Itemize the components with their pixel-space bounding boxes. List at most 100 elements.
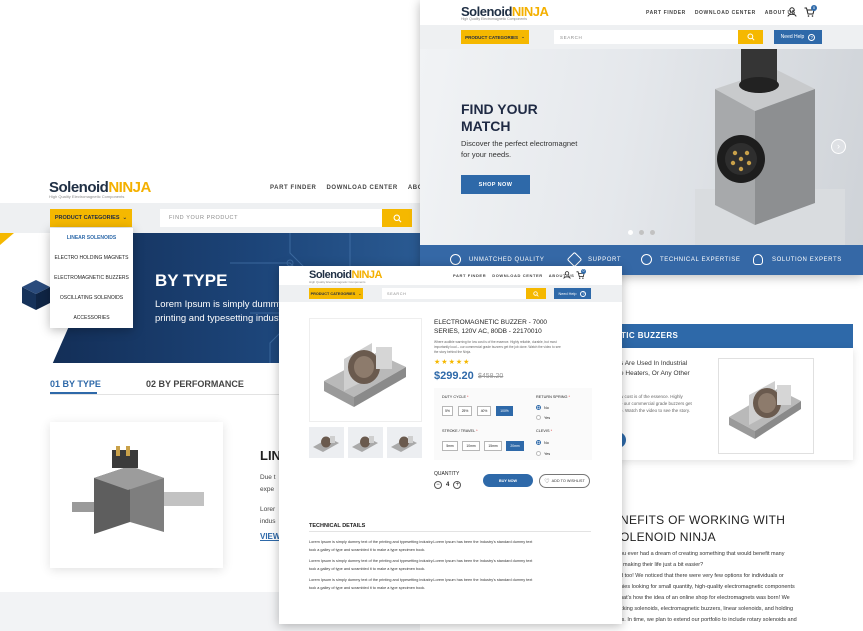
- buzzer-product-image: [729, 381, 801, 439]
- quantity-value[interactable]: 4: [446, 482, 449, 488]
- nav-part-finder[interactable]: PART FINDER: [646, 10, 686, 16]
- feature-solution: SOLUTION EXPERTS: [772, 257, 842, 263]
- search-input[interactable]: SEARCH: [382, 288, 526, 299]
- quantity-stepper: − 4 +: [434, 481, 462, 489]
- stroke-option-20mm[interactable]: 20mm: [506, 441, 524, 451]
- clevis-label: CLEVIS *: [536, 429, 553, 433]
- stroke-option-15mm[interactable]: 15mm: [484, 441, 502, 451]
- search-button[interactable]: [738, 30, 763, 44]
- product-price: $299.20: [434, 370, 474, 382]
- shop-now-button[interactable]: SHOP NOW: [461, 175, 530, 194]
- tech-paragraph-2-line-2: took a galley of type and scrambled it t…: [309, 567, 426, 571]
- benefits-body-line-2: , making their life just a bit easier?: [620, 562, 704, 568]
- stroke-label: STROKE / TRAVEL *: [442, 429, 478, 433]
- product-categories-button[interactable]: PRODUCT CATEGORIES ⌄: [461, 30, 529, 44]
- dropdown-item-accessories[interactable]: ACCESSORIES: [50, 308, 133, 328]
- feature-expertise: TECHNICAL EXPERTISE: [660, 257, 741, 263]
- product-categories-button[interactable]: PRODUCT CATEGORIES ⌄: [309, 288, 363, 299]
- benefits-title-line-1: NEFITS OF WORKING WITH: [620, 513, 786, 527]
- dropdown-item-electromagnetic-buzzers[interactable]: ELECTROMAGNETIC BUZZERS: [50, 268, 133, 288]
- product-categories-button[interactable]: PRODUCT CATEGORIES ⌄: [50, 209, 132, 227]
- thumbnail-3[interactable]: [387, 427, 422, 458]
- tab-by-performance[interactable]: 02 BY PERFORMANCE: [146, 379, 244, 389]
- tech-paragraph-1-line-2: took a galley of type and scrambled it t…: [309, 548, 426, 552]
- nav-download-center[interactable]: DOWNLOAD CENTER: [695, 10, 756, 16]
- dropdown-item-oscillating-solenoids[interactable]: OSCILLATING SOLENOIDS: [50, 288, 133, 308]
- product-title-line-1: ELECTROMAGNETIC BUZZER - 7000: [434, 319, 548, 326]
- buy-now-button[interactable]: BUY NOW: [483, 474, 533, 487]
- tab-by-type[interactable]: 01 BY TYPE: [50, 379, 101, 389]
- nav-part-finder[interactable]: PART FINDER: [270, 185, 317, 191]
- buzzer-product-image: [324, 343, 406, 407]
- tech-details-divider: [309, 531, 591, 532]
- heart-icon: ♡: [544, 478, 550, 485]
- carousel-dot-1[interactable]: [628, 230, 633, 235]
- need-help-button[interactable]: Need Help ?: [774, 30, 822, 44]
- search-icon: [393, 214, 401, 222]
- quantity-decrease-button[interactable]: −: [434, 481, 442, 489]
- need-help-button[interactable]: Need Help ?: [554, 288, 591, 299]
- thumbnail-image: [391, 436, 417, 452]
- stroke-option-10mm[interactable]: 10mm: [462, 441, 480, 451]
- return-spring-yes[interactable]: Yes: [536, 415, 550, 420]
- thumbnail-image: [313, 436, 339, 452]
- banner-line-2: printing and typesetting indust: [155, 313, 282, 324]
- user-icon[interactable]: [563, 271, 571, 279]
- duty-option-25[interactable]: 25%: [458, 406, 472, 416]
- product-old-price: $458.20: [478, 373, 504, 380]
- return-spring-no[interactable]: No: [536, 405, 549, 410]
- logo[interactable]: SolenoidNINJA High Quality Electromagnet…: [49, 180, 151, 199]
- logo[interactable]: SolenoidNINJA High Quality Electromagnet…: [461, 5, 549, 22]
- product-page-screen: SolenoidNINJA High Quality Electromagnet…: [279, 266, 622, 624]
- duty-option-5[interactable]: 5%: [442, 406, 453, 416]
- feature-support: SUPPORT: [588, 257, 622, 263]
- duty-option-40[interactable]: 40%: [477, 406, 491, 416]
- carousel-next-button[interactable]: ›: [831, 139, 846, 154]
- category-line-1: s Are Used In Industrial: [620, 360, 688, 367]
- thumbnail-image: [352, 436, 378, 452]
- hero-subtitle-line-2: for your needs.: [461, 150, 512, 159]
- search-button[interactable]: [382, 209, 412, 227]
- radio-unselected: [536, 415, 541, 420]
- tech-paragraph-2-line-1: Lorem Ipsum is simply dummy text of the …: [309, 559, 533, 563]
- category-line-2: e Heaters, Or Any Other: [620, 370, 690, 377]
- dropdown-item-linear-solenoids[interactable]: LINEAR SOLENOIDS: [50, 228, 133, 248]
- clevis-yes[interactable]: Yes: [536, 451, 550, 456]
- hero-connector-image: [695, 49, 845, 245]
- dropdown-item-electro-holding-magnets[interactable]: ELECTRO HOLDING MAGNETS: [50, 248, 133, 268]
- search-input[interactable]: FIND YOUR PRODUCT: [160, 209, 382, 227]
- thumbnail-2[interactable]: [348, 427, 383, 458]
- expertise-icon: [641, 254, 652, 265]
- search-input[interactable]: SEARCH: [554, 30, 738, 44]
- nav-part-finder[interactable]: PART FINDER: [453, 273, 486, 278]
- star-icon: ★: [448, 359, 456, 366]
- carousel-dot-2[interactable]: [639, 230, 644, 235]
- support-icon: [566, 251, 583, 268]
- quantity-increase-button[interactable]: +: [453, 481, 462, 489]
- duty-cycle-options: 5% 25% 40% 100%: [442, 406, 513, 416]
- banner-title: BY TYPE: [155, 271, 228, 290]
- feature-quality: UNMATCHED QUALITY: [469, 257, 545, 263]
- duty-option-100[interactable]: 100%: [496, 406, 513, 416]
- tech-paragraph-3-line-1: Lorem Ipsum is simply dummy text of the …: [309, 578, 533, 582]
- cart-count-badge: 0: [811, 5, 817, 11]
- nav-download-center[interactable]: DOWNLOAD CENTER: [492, 273, 543, 278]
- help-icon: ?: [580, 290, 587, 297]
- carousel-dot-3[interactable]: [650, 230, 655, 235]
- category-product-image-box: [718, 358, 814, 454]
- user-icon[interactable]: [787, 7, 797, 17]
- stroke-option-5mm[interactable]: 5mm: [442, 441, 458, 451]
- thumbnail-1[interactable]: [309, 427, 344, 458]
- card-line-4: indus: [260, 518, 276, 525]
- main-nav: PART FINDER DOWNLOAD CENTER ABOUT U: [270, 185, 439, 191]
- tech-paragraph-1-line-1: Lorem Ipsum is simply dummy text of the …: [309, 540, 533, 544]
- add-to-wishlist-button[interactable]: ♡ ADD TO WISHLIST: [539, 474, 590, 488]
- logo[interactable]: SolenoidNINJA High Quality Electromagnet…: [309, 270, 382, 284]
- search-button[interactable]: [526, 288, 546, 299]
- nav-download-center[interactable]: DOWNLOAD CENTER: [327, 185, 398, 191]
- main-product-image: [309, 318, 422, 422]
- card-title: LIN: [260, 448, 281, 463]
- clevis-no[interactable]: No: [536, 440, 549, 445]
- main-nav: PART FINDER DOWNLOAD CENTER ABOUT US: [453, 273, 574, 278]
- card-view-link[interactable]: VIEW: [260, 532, 280, 541]
